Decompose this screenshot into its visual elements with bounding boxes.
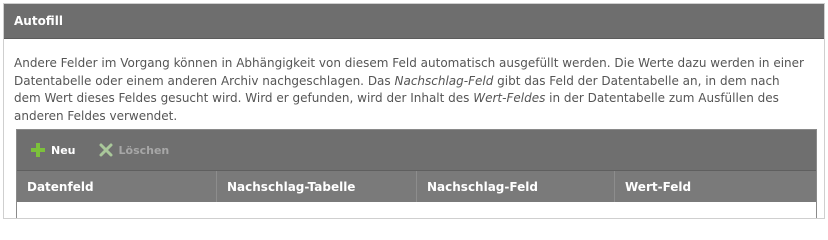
x-icon bbox=[98, 142, 114, 158]
autofill-grid: Neu Löschen Datenfeld Nachschlag-Tabelle… bbox=[16, 129, 817, 218]
new-button-label: Neu bbox=[51, 143, 76, 157]
column-header-nachschlag-tabelle[interactable]: Nachschlag-Tabelle bbox=[217, 171, 417, 202]
new-button[interactable]: Neu bbox=[30, 142, 76, 158]
delete-button[interactable]: Löschen bbox=[98, 142, 170, 158]
plus-icon bbox=[30, 142, 46, 158]
autofill-panel: Autofill Andere Felder im Vorgang können… bbox=[3, 3, 825, 219]
value-field-term: Wert-Feldes bbox=[473, 91, 546, 105]
grid-body-empty bbox=[17, 202, 816, 218]
description-text: Andere Felder im Vorgang können in Abhän… bbox=[14, 55, 810, 125]
column-header-datenfeld[interactable]: Datenfeld bbox=[17, 171, 217, 202]
lookup-field-term: Nachschlag-Feld bbox=[394, 73, 494, 88]
column-header-nachschlag-feld[interactable]: Nachschlag-Feld bbox=[417, 171, 615, 202]
delete-button-label: Löschen bbox=[118, 143, 170, 157]
panel-title: Autofill bbox=[4, 4, 824, 39]
grid-toolbar: Neu Löschen bbox=[17, 130, 816, 171]
column-header-wert-feld[interactable]: Wert-Feld bbox=[615, 171, 816, 202]
grid-header-row: Datenfeld Nachschlag-Tabelle Nachschlag-… bbox=[17, 171, 816, 202]
